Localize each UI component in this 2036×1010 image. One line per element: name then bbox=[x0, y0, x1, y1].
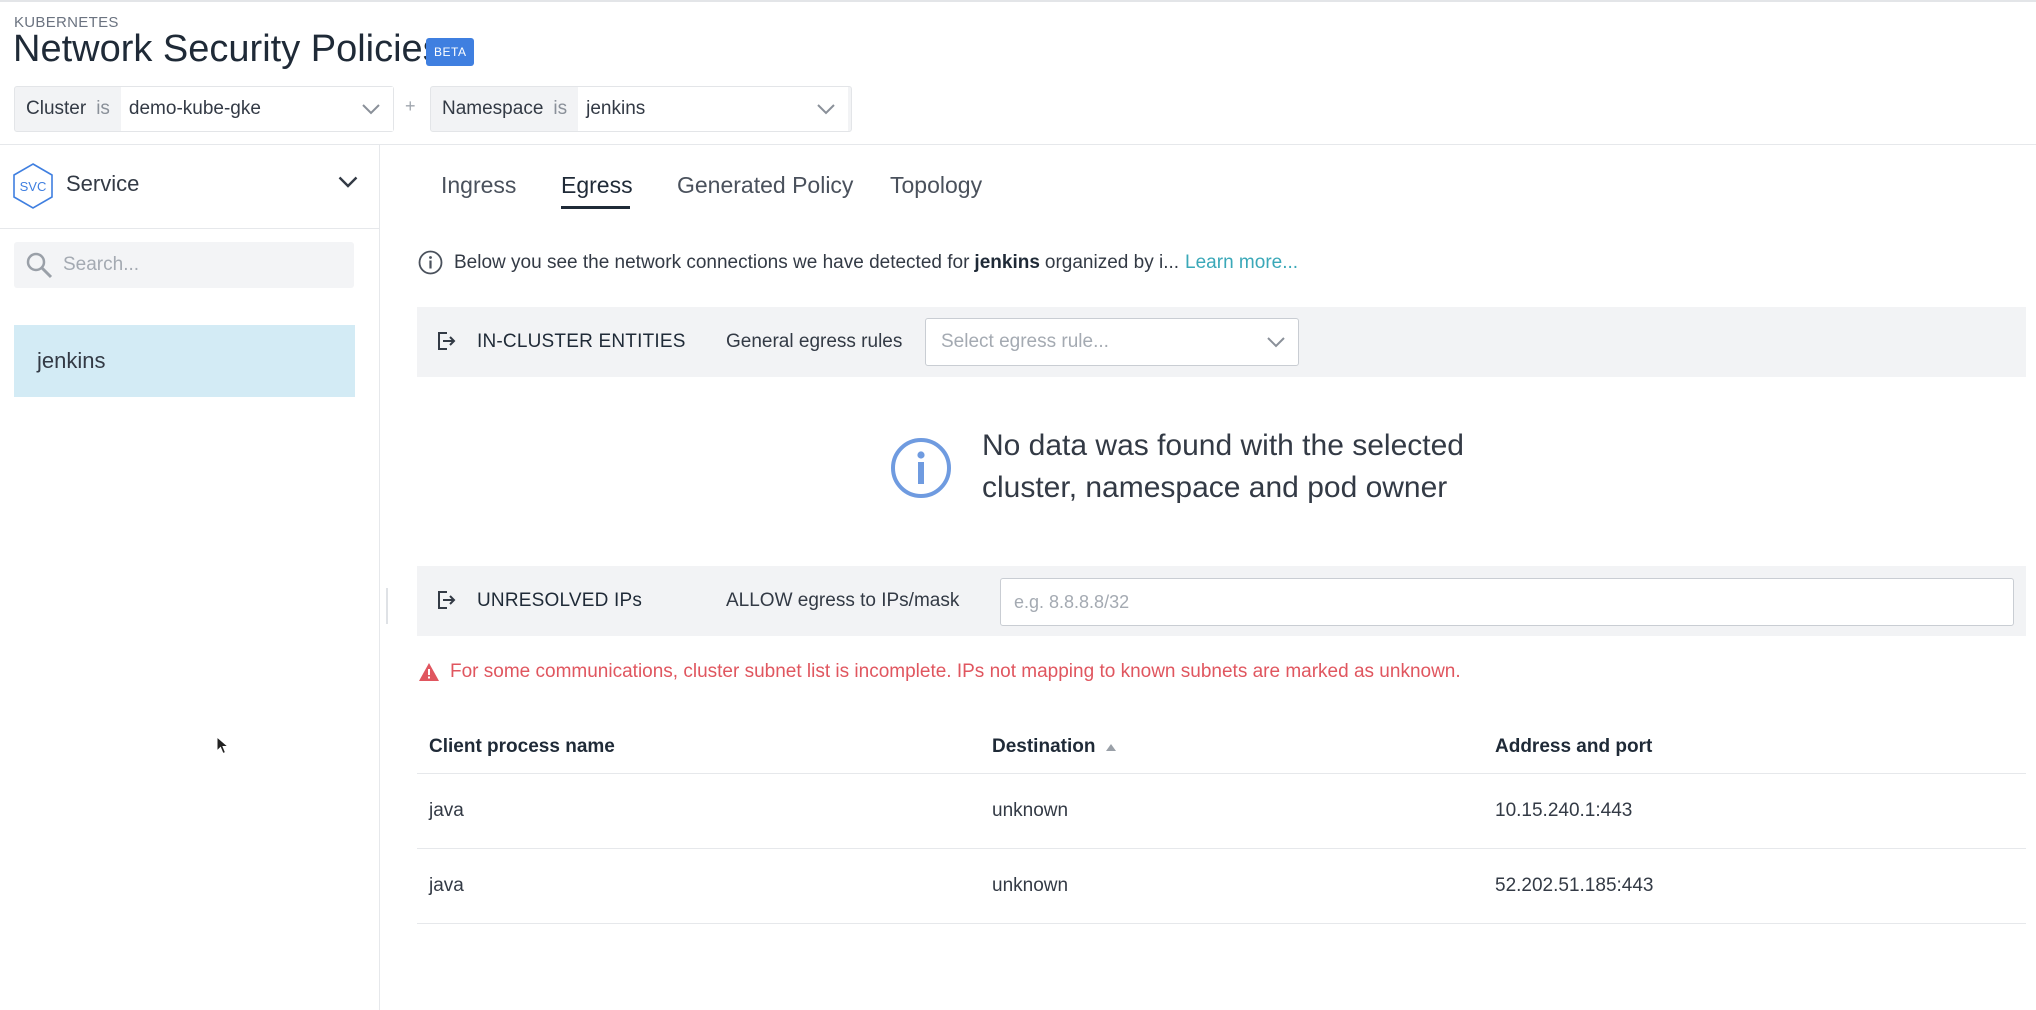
warning-triangle-icon bbox=[418, 662, 440, 682]
header-divider bbox=[0, 144, 2036, 145]
cluster-filter-operator: is bbox=[96, 98, 110, 119]
sort-ascending-icon bbox=[1105, 736, 1117, 758]
egress-icon bbox=[435, 330, 457, 357]
sidebar-item-jenkins[interactable]: jenkins bbox=[14, 325, 355, 397]
namespace-filter-name: Namespace bbox=[442, 98, 544, 119]
search-input[interactable]: Search... bbox=[14, 242, 354, 288]
beta-badge: BETA bbox=[426, 38, 475, 66]
filter-joiner: + bbox=[405, 96, 416, 116]
tab-generated-policy[interactable]: Generated Policy bbox=[677, 172, 853, 199]
egress-rule-placeholder: Select egress rule... bbox=[941, 331, 1109, 352]
unresolved-title: UNRESOLVED IPs bbox=[477, 590, 643, 611]
destination-header-label: Destination bbox=[992, 736, 1096, 758]
namespace-filter-label: Namespace is bbox=[431, 87, 578, 131]
info-entity: jenkins bbox=[974, 251, 1040, 273]
tab-egress[interactable]: Egress bbox=[561, 172, 633, 199]
egress-rule-select[interactable]: Select egress rule... bbox=[925, 318, 1299, 366]
column-header-destination[interactable]: Destination bbox=[992, 736, 1117, 758]
cluster-select[interactable]: demo-kube-gke bbox=[120, 87, 393, 131]
sidebar-item-label: jenkins bbox=[37, 348, 106, 373]
learn-more-link[interactable]: Learn more... bbox=[1185, 252, 1298, 274]
table-row-divider bbox=[417, 848, 2026, 849]
general-egress-label: General egress rules bbox=[726, 331, 903, 352]
sidebar-divider bbox=[379, 144, 380, 1010]
top-border bbox=[0, 0, 2036, 2]
table-header-divider bbox=[417, 773, 2026, 774]
cluster-filter-name: Cluster bbox=[26, 98, 87, 119]
empty-state-line-1: No data was found with the selected bbox=[982, 429, 1464, 462]
column-header-client-process[interactable]: Client process name bbox=[429, 736, 615, 758]
chevron-down-icon bbox=[349, 103, 393, 115]
cluster-filter-label: Cluster is bbox=[15, 87, 121, 131]
info-text-prefix: Below you see the network connections we… bbox=[454, 251, 970, 273]
table-row-divider bbox=[417, 923, 2026, 924]
warning-text: For some communications, cluster subnet … bbox=[450, 661, 1461, 682]
cluster-select-value: demo-kube-gke bbox=[128, 98, 261, 119]
table-cell-destination: unknown bbox=[992, 875, 1069, 896]
info-banner: Below you see the network connections we… bbox=[418, 250, 1298, 275]
table-cell-destination: unknown bbox=[992, 800, 1069, 821]
search-icon bbox=[25, 251, 53, 279]
service-hexagon-icon: SVC bbox=[12, 162, 54, 215]
empty-state-message: No data was found with the selected clus… bbox=[982, 425, 1464, 509]
empty-state-line-2: cluster, namespace and pod owner bbox=[982, 471, 1448, 504]
tab-topology[interactable]: Topology bbox=[890, 172, 982, 199]
page-title: Network Security Policies bbox=[13, 28, 442, 70]
table-cell-process: java bbox=[429, 800, 464, 821]
service-badge-text: SVC bbox=[20, 179, 47, 194]
info-text-suffix: organized by i... bbox=[1044, 251, 1180, 273]
tab-ingress[interactable]: Ingress bbox=[441, 172, 516, 199]
table-cell-address: 52.202.51.185:443 bbox=[1495, 875, 1654, 896]
table-cell-address: 10.15.240.1:443 bbox=[1495, 800, 1633, 821]
allow-egress-label: ALLOW egress to IPs/mask bbox=[726, 590, 960, 611]
info-icon bbox=[418, 250, 443, 275]
namespace-select[interactable]: jenkins bbox=[578, 87, 849, 131]
namespace-filter[interactable]: Namespace is jenkins bbox=[430, 86, 852, 132]
entity-type-dropdown[interactable] bbox=[338, 175, 358, 193]
namespace-filter-operator: is bbox=[553, 98, 568, 119]
namespace-select-value: jenkins bbox=[586, 98, 646, 119]
chevron-down-icon bbox=[804, 103, 848, 115]
cluster-filter[interactable]: Cluster is demo-kube-gke bbox=[14, 86, 394, 132]
subnet-warning: For some communications, cluster subnet … bbox=[418, 661, 1461, 683]
active-tab-indicator bbox=[561, 206, 630, 209]
info-circle-icon bbox=[890, 437, 952, 504]
chevron-down-icon bbox=[338, 175, 358, 192]
search-placeholder: Search... bbox=[63, 254, 140, 275]
table-cell-process: java bbox=[429, 875, 464, 896]
column-header-address-port[interactable]: Address and port bbox=[1495, 736, 1652, 758]
ip-mask-input[interactable]: e.g. 8.8.8.8/32 bbox=[1000, 578, 2014, 626]
egress-icon bbox=[435, 589, 457, 616]
sidebar-section-divider bbox=[0, 228, 379, 229]
entity-type-label: Service bbox=[66, 171, 140, 196]
mouse-cursor-icon bbox=[216, 735, 230, 761]
panel-resize-handle[interactable] bbox=[386, 588, 388, 624]
chevron-down-icon bbox=[1254, 336, 1298, 348]
ip-mask-placeholder: e.g. 8.8.8.8/32 bbox=[1014, 591, 1130, 612]
in-cluster-title: IN-CLUSTER ENTITIES bbox=[477, 331, 686, 352]
